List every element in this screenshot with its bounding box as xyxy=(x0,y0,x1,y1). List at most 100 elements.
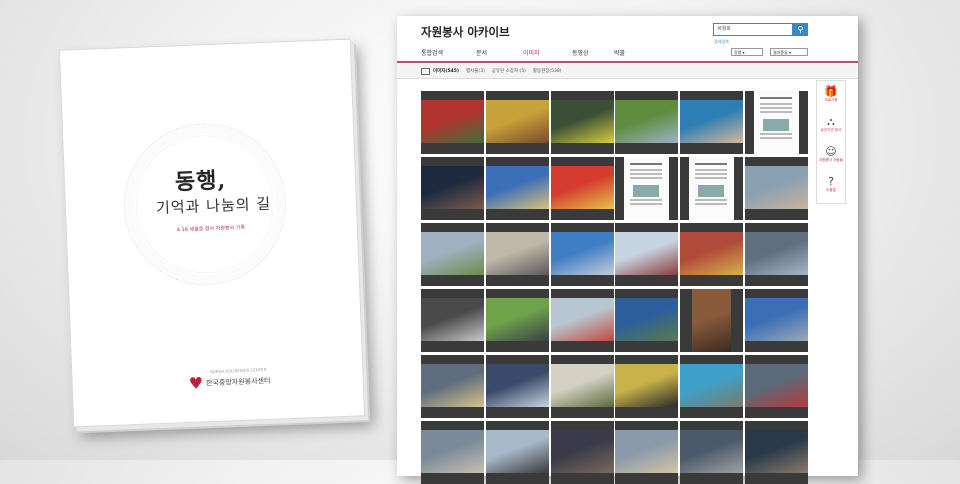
image-thumbnail[interactable] xyxy=(421,91,484,154)
org-logo: ♥ KOREA VOLUNTEER CENTER 한국중앙자원봉사센터 xyxy=(188,367,270,393)
tab-documents[interactable]: 문서 xyxy=(476,48,523,57)
thumbnail-photo xyxy=(745,298,808,341)
image-thumbnail[interactable] xyxy=(485,223,549,286)
image-thumbnail[interactable] xyxy=(745,355,808,418)
image-thumbnail[interactable] xyxy=(485,91,549,154)
thumbnail-photo xyxy=(689,157,735,220)
thumbnail-photo xyxy=(550,100,614,143)
thumbnail-photo xyxy=(754,91,799,154)
heart-logo-icon: ♥ xyxy=(188,373,204,393)
thumbnail-photo xyxy=(550,298,614,341)
advanced-search-link[interactable]: 상세검색 xyxy=(714,39,729,45)
image-thumbnail[interactable] xyxy=(550,289,614,352)
side-item-people[interactable]: ☺ 자원봉사 사람들 xyxy=(817,145,845,163)
image-thumbnail[interactable] xyxy=(421,355,484,418)
book-title-line2: 기억과 나눔의 길 xyxy=(155,194,272,218)
image-thumbnail[interactable] xyxy=(680,157,744,220)
thumbnail-photo xyxy=(421,298,484,341)
thumbnail-photo xyxy=(421,430,484,473)
image-thumbnail[interactable] xyxy=(745,289,808,352)
thumbnail-photo xyxy=(550,430,614,473)
image-thumbnail[interactable] xyxy=(615,355,679,418)
thumbnail-photo xyxy=(692,289,732,352)
book-title-line1: 동행, xyxy=(174,167,227,196)
image-thumbnail[interactable] xyxy=(485,355,549,418)
thumbnail-photo xyxy=(485,100,549,143)
image-thumbnail[interactable] xyxy=(421,421,484,484)
thumbnail-photo xyxy=(615,364,679,407)
tab-videos[interactable]: 동영상 xyxy=(572,48,614,57)
filter-promo[interactable]: 행사물(3) xyxy=(466,68,485,74)
book-cover: 동행, 기억과 나눔의 길 4·16 세월호 참사 자원봉사 기록 ♥ KORE… xyxy=(58,38,366,428)
side-item-label: 자원봉사 사람들 xyxy=(819,158,843,162)
side-menu: 🎁 자료기증 ⛬ 유관기관 링크 ☺ 자원봉사 사람들 ? 도움말 xyxy=(816,80,846,204)
side-item-help[interactable]: ? 도움말 xyxy=(817,175,845,193)
thumbnail-photo xyxy=(421,364,484,407)
thumbnail-photo xyxy=(485,166,549,209)
thumbnail-photo xyxy=(421,166,484,209)
image-thumbnail[interactable] xyxy=(485,421,549,484)
thumbnail-photo xyxy=(745,430,808,473)
thumbnail-photo xyxy=(550,166,614,209)
image-thumbnail[interactable] xyxy=(745,421,808,484)
image-thumbnail[interactable] xyxy=(680,223,744,286)
image-thumbnail[interactable] xyxy=(745,223,808,286)
image-thumbnail[interactable] xyxy=(680,91,744,154)
thumbnail-photo xyxy=(680,100,744,143)
image-thumbnail[interactable] xyxy=(550,355,614,418)
image-thumbnail[interactable] xyxy=(680,289,744,352)
donation-icon: 🎁 xyxy=(824,85,838,98)
image-thumbnail[interactable] xyxy=(615,421,679,484)
view-select-value: 결과종류 xyxy=(773,50,788,55)
thumbnail-photo xyxy=(421,232,484,275)
thumbnail-photo xyxy=(485,232,549,275)
tab-all[interactable]: 통합검색 xyxy=(421,48,476,57)
side-item-links[interactable]: ⛬ 유관기관 링크 xyxy=(817,115,845,133)
side-item-donation[interactable]: 🎁 자료기증 xyxy=(817,85,845,103)
image-thumbnail[interactable] xyxy=(680,355,744,418)
image-thumbnail[interactable] xyxy=(550,91,614,154)
thumbnail-photo xyxy=(485,430,549,473)
thumbnail-photo xyxy=(550,232,614,275)
image-thumbnail[interactable] xyxy=(421,289,484,352)
org-chart-icon: ⛬ xyxy=(827,115,835,128)
tab-images[interactable]: 이미지 xyxy=(523,48,572,57)
filter-field[interactable]: 활동현장(538) xyxy=(533,68,562,74)
thumbnail-photo xyxy=(421,100,484,143)
sort-select[interactable]: 정렬 ▾ xyxy=(731,48,763,56)
image-thumbnail[interactable] xyxy=(550,421,614,484)
thumbnail-photo xyxy=(680,430,744,473)
view-select[interactable]: 결과종류 ▾ xyxy=(770,48,808,56)
thumbnail-photo xyxy=(615,430,679,473)
thumbnail-photo xyxy=(624,157,670,220)
side-item-label: 자료기증 xyxy=(824,98,838,102)
thumbnail-photo xyxy=(745,232,808,275)
thumbnail-photo xyxy=(615,298,679,341)
image-thumbnail[interactable] xyxy=(680,421,744,484)
image-thumbnail[interactable] xyxy=(550,223,614,286)
image-thumbnail[interactable] xyxy=(615,289,679,352)
thumbnail-photo xyxy=(485,298,549,341)
image-thumbnail[interactable] xyxy=(615,157,679,220)
image-thumbnail[interactable] xyxy=(421,157,484,220)
filter-shared[interactable]: 공유된 소장처 (5) xyxy=(492,68,526,74)
search-button[interactable]: ⚲ xyxy=(793,23,808,36)
image-thumbnail[interactable] xyxy=(615,91,679,154)
thumbnail-photo xyxy=(485,364,549,407)
thumbnail-photo xyxy=(615,232,679,275)
search-input[interactable]: 세월호 xyxy=(713,23,793,36)
tab-underline xyxy=(397,61,858,63)
image-thumbnail[interactable] xyxy=(550,157,614,220)
thumbnail-photo xyxy=(615,100,679,143)
image-thumbnail[interactable] xyxy=(421,223,484,286)
image-thumbnail[interactable] xyxy=(745,91,808,154)
volunteer-icon: ☺ xyxy=(825,145,837,158)
tab-artifacts[interactable]: 박물 xyxy=(614,48,654,57)
thumbnail-photo xyxy=(745,364,808,407)
image-thumbnail[interactable] xyxy=(745,157,808,220)
filter-images[interactable]: 이미지(545) xyxy=(433,68,459,74)
sort-select-value: 정렬 xyxy=(734,50,742,55)
image-thumbnail[interactable] xyxy=(485,157,549,220)
image-thumbnail[interactable] xyxy=(485,289,549,352)
image-thumbnail[interactable] xyxy=(615,223,679,286)
